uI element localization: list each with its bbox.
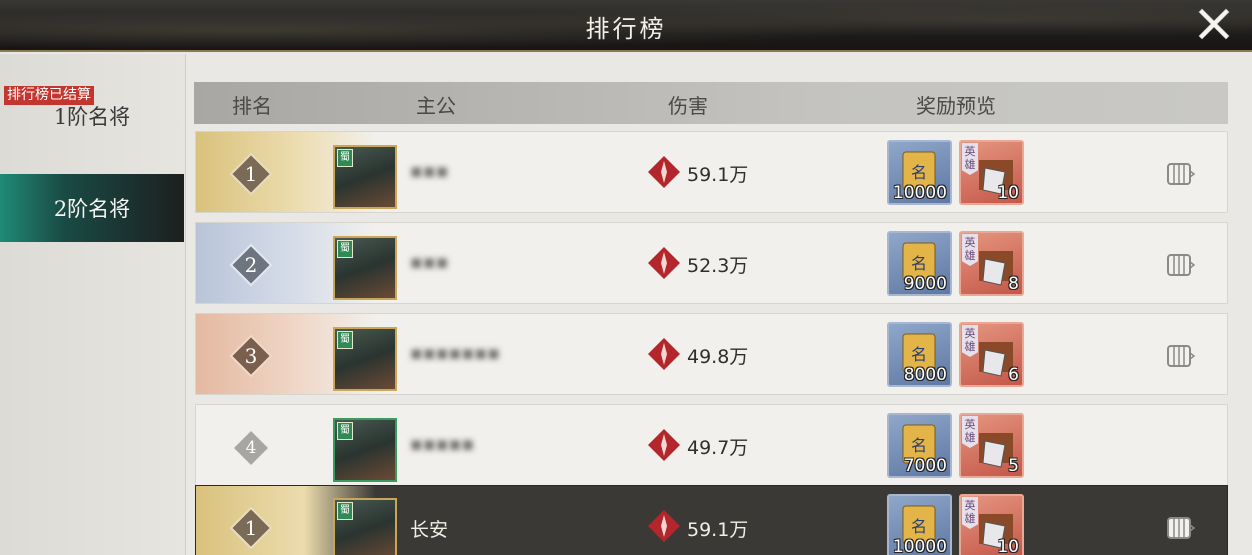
reward-hero-chest[interactable]: 英雄 5 xyxy=(959,413,1024,478)
reward-name-book[interactable]: 名 10000 xyxy=(887,140,952,205)
damage-icon xyxy=(648,247,680,279)
faction-tag: 蜀 xyxy=(337,240,353,258)
damage-value: 52.3万 xyxy=(687,255,749,277)
rank-badge: 1 xyxy=(229,152,273,196)
damage-icon xyxy=(648,429,680,461)
rank-badge: 3 xyxy=(229,334,273,378)
table-row: 3 蜀 ▪▪▪▪▪▪▪ 49.8万 名 8000 英雄 6 xyxy=(195,313,1228,395)
table-row: 1 蜀 ▪▪▪ 59.1万 名 10000 英雄 10 xyxy=(195,131,1228,213)
hero-tag: 英雄 xyxy=(962,416,978,448)
hero-tag: 英雄 xyxy=(962,143,978,175)
reward-hero-chest[interactable]: 英雄 6 xyxy=(959,322,1024,387)
avatar[interactable]: 蜀 xyxy=(333,145,397,209)
reward-name-book[interactable]: 名 9000 xyxy=(887,231,952,296)
rank-badge: 2 xyxy=(229,243,273,287)
reward-name-book[interactable]: 名 8000 xyxy=(887,322,952,387)
damage-value: 49.7万 xyxy=(687,437,749,459)
damage-icon xyxy=(648,338,680,370)
damage-icon xyxy=(648,156,680,188)
hero-tag: 英雄 xyxy=(962,497,978,529)
sidebar: 1阶名将 排行榜已结算 2阶名将 xyxy=(0,54,186,555)
player-name: 长安 xyxy=(410,519,449,541)
avatar[interactable]: 蜀 xyxy=(333,327,397,391)
player-name: ▪▪▪ xyxy=(410,160,449,182)
column-header-rank: 排名 xyxy=(232,94,272,118)
reward-hero-chest[interactable]: 英雄 8 xyxy=(959,231,1024,296)
svg-text:名: 名 xyxy=(911,163,927,182)
detail-icon[interactable] xyxy=(1164,340,1196,372)
ranking-ended-badge: 排行榜已结算 xyxy=(4,86,94,105)
avatar[interactable]: 蜀 xyxy=(333,498,397,555)
detail-icon[interactable] xyxy=(1164,249,1196,281)
avatar[interactable]: 蜀 xyxy=(333,418,397,482)
hero-tag: 英雄 xyxy=(962,325,978,357)
table-row: 4 蜀 ▪▪▪▪▪ 49.7万 名 7000 英雄 5 xyxy=(195,404,1228,486)
faction-tag: 蜀 xyxy=(337,149,353,167)
rank-badge: 1 xyxy=(229,506,273,550)
svg-text:名: 名 xyxy=(911,254,927,273)
rank-badge: 4 xyxy=(232,429,270,467)
page-title: 排行榜 xyxy=(585,15,667,43)
faction-tag: 蜀 xyxy=(337,331,353,349)
my-rank-row: 1 蜀 长安 59.1万 名 10000 英雄 10 xyxy=(195,485,1228,555)
player-name: ▪▪▪ xyxy=(410,251,449,273)
reward-name-book[interactable]: 名 10000 xyxy=(887,494,952,555)
reward-hero-chest[interactable]: 英雄 10 xyxy=(959,494,1024,555)
avatar[interactable]: 蜀 xyxy=(333,236,397,300)
tab-tier-2[interactable]: 2阶名将 xyxy=(0,174,184,242)
detail-icon[interactable] xyxy=(1164,512,1196,544)
svg-text:名: 名 xyxy=(911,517,927,536)
column-header-damage: 伤害 xyxy=(668,94,708,118)
reward-name-book[interactable]: 名 7000 xyxy=(887,413,952,478)
faction-tag: 蜀 xyxy=(337,422,353,440)
damage-value: 59.1万 xyxy=(687,164,749,186)
svg-text:名: 名 xyxy=(911,436,927,455)
table-row: 2 蜀 ▪▪▪ 52.3万 名 9000 英雄 8 xyxy=(195,222,1228,304)
damage-value: 49.8万 xyxy=(687,346,749,368)
damage-icon xyxy=(648,510,680,542)
hero-tag: 英雄 xyxy=(962,234,978,266)
close-icon[interactable] xyxy=(1194,3,1234,43)
faction-tag: 蜀 xyxy=(337,502,353,520)
tab-label: 1阶名将 xyxy=(53,105,131,129)
svg-text:名: 名 xyxy=(911,345,927,364)
tab-label: 2阶名将 xyxy=(53,197,131,221)
title-bar: 排行榜 xyxy=(0,0,1252,52)
column-header-reward: 奖励预览 xyxy=(916,94,996,118)
column-header-lord: 主公 xyxy=(416,94,456,118)
table-header: 排名 主公 伤害 奖励预览 xyxy=(194,82,1228,124)
detail-icon[interactable] xyxy=(1164,158,1196,190)
damage-value: 59.1万 xyxy=(687,519,749,541)
player-name: ▪▪▪▪▪▪▪ xyxy=(410,342,501,364)
player-name: ▪▪▪▪▪ xyxy=(410,433,475,455)
reward-hero-chest[interactable]: 英雄 10 xyxy=(959,140,1024,205)
